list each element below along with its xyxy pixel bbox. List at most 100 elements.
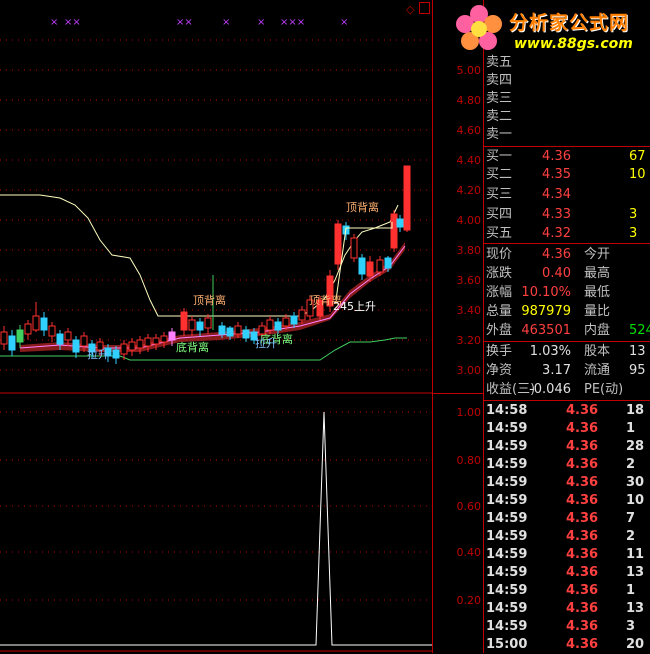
quote-row: 现价 4.36 今开: [486, 247, 611, 262]
top-marker: ××: [176, 17, 193, 28]
logo-title: 分析家公式网: [509, 12, 630, 34]
tick-row: 14:59 4.36 7: [486, 511, 636, 526]
top-marker: ×: [50, 17, 58, 28]
candle: [0, 326, 8, 350]
axis-label: 4.80: [456, 94, 482, 107]
order-row[interactable]: 卖四: [483, 72, 650, 90]
candle: [128, 338, 136, 356]
lift-label: 拉升: [87, 347, 109, 361]
candle: [242, 326, 250, 342]
price-grid: [0, 39, 432, 601]
axis-label: 4.40: [456, 154, 482, 167]
axis-label: 1.00: [456, 406, 482, 419]
candle: [24, 320, 32, 340]
divider: [483, 400, 650, 401]
candle: [72, 336, 80, 358]
top-marker: ×××: [280, 17, 305, 28]
axis-label: 0.60: [456, 500, 482, 513]
axis-label: 5.00: [456, 64, 482, 77]
tick-row: 14:59 4.36 13: [486, 565, 645, 580]
axis-label: 3.60: [456, 274, 482, 287]
order-label: 买二: [486, 167, 513, 182]
candle: [16, 325, 24, 348]
order-price: 4.32: [542, 226, 571, 241]
order-price: 4.33: [542, 207, 571, 222]
axis-label: 3.00: [456, 364, 482, 377]
order-label: 卖三: [486, 91, 513, 106]
order-row[interactable]: 买三 4.34: [483, 186, 650, 204]
order-row[interactable]: 买五 4.32 3: [483, 225, 650, 243]
tick-row: 14:59 4.36 1: [486, 421, 636, 436]
lift-label: 拉升: [255, 336, 277, 350]
indicator-line: [0, 411, 432, 646]
order-volume: 10: [629, 167, 646, 182]
top-marker: ×: [257, 17, 265, 28]
order-row[interactable]: 买二 4.35 10: [483, 166, 650, 184]
candle: [188, 316, 196, 336]
candle: [8, 330, 16, 356]
tick-row: 14:59 4.36 28: [486, 439, 645, 454]
order-volume: 3: [629, 226, 638, 241]
order-row[interactable]: 买一 4.36 67: [483, 148, 650, 166]
tick-row: 14:59 4.36 1: [486, 583, 636, 598]
order-price: 4.35: [542, 167, 571, 182]
order-price: 4.34: [542, 187, 571, 202]
axis-label: 0.40: [456, 546, 482, 559]
order-label: 卖一: [486, 127, 513, 142]
tick-row: 14:58 4.36 18: [486, 403, 645, 418]
candle: [40, 312, 48, 336]
window-icon[interactable]: [419, 2, 430, 14]
tick-row: 14:59 4.36 3: [486, 619, 636, 634]
order-label: 卖五: [486, 55, 513, 70]
order-label: 买一: [486, 149, 513, 164]
top-divergence-label: 顶背离: [346, 200, 379, 214]
candle: [204, 314, 212, 334]
logo-url: www.88gs.com: [514, 36, 633, 52]
order-price: 4.36: [542, 149, 571, 164]
quote-row: 外盘 463501 内盘 524: [486, 323, 650, 338]
order-row[interactable]: 卖二: [483, 108, 650, 126]
order-label: 买五: [486, 226, 513, 241]
axis-label: 4.20: [456, 184, 482, 197]
top-divergence-label: 顶背离: [193, 293, 226, 307]
order-label: 卖二: [486, 109, 513, 124]
order-row[interactable]: 卖五: [483, 54, 650, 72]
order-volume: 3: [629, 207, 638, 222]
rise-label: 245上升: [333, 300, 376, 313]
quote-row: 涨跌 0.40 最高: [486, 266, 611, 281]
candle: [196, 318, 204, 336]
quote-row: 净资 3.17 流通 95: [486, 363, 646, 378]
candle: [180, 308, 188, 336]
quote-panel: 卖五 卖四 卖三 卖二 卖一 买一 4.36 67 买二 4.35 10 买三 4.34 …: [483, 0, 650, 653]
tick-row: 14:59 4.36 10: [486, 493, 645, 508]
order-row[interactable]: 卖一: [483, 126, 650, 144]
axis-label: 4.60: [456, 124, 482, 137]
tick-row: 14:59 4.36 2: [486, 457, 636, 472]
flower-logo-icon: [456, 5, 502, 50]
site-logo: 分析家公式网 www.88gs.com: [452, 2, 650, 56]
diamond-icon[interactable]: ◇: [406, 3, 414, 16]
quote-row: 换手 1.03% 股本 13: [486, 344, 646, 359]
candle: [390, 210, 398, 252]
tick-row: 15:00 4.36 20: [486, 637, 645, 652]
order-row[interactable]: 卖三: [483, 90, 650, 108]
divider: [483, 243, 650, 244]
order-label: 卖四: [486, 73, 513, 88]
order-label: 买三: [486, 187, 513, 202]
tick-row: 14:59 4.36 2: [486, 529, 636, 544]
top-markers: × ×× ×× × × ××× ×: [50, 17, 348, 28]
kline-chart[interactable]: × ×× ×× × × ××× × 顶背离 顶背离 顶背离 底背离 底背离 拉升…: [0, 0, 432, 653]
order-label: 买四: [486, 207, 513, 222]
candle: [48, 322, 56, 342]
axis-label: 3.40: [456, 304, 482, 317]
order-row[interactable]: 买四 4.33 3: [483, 206, 650, 224]
candle: [32, 302, 40, 332]
axis-label: 0.20: [456, 594, 482, 607]
tick-row: 14:59 4.36 13: [486, 601, 645, 616]
bottom-divergence-label: 底背离: [176, 340, 209, 354]
quote-row: 总量 987979 量比: [486, 304, 611, 319]
divider: [483, 341, 650, 342]
divider: [483, 146, 650, 147]
axis-label: 3.20: [456, 334, 482, 347]
axis-label: 0.80: [456, 454, 482, 467]
